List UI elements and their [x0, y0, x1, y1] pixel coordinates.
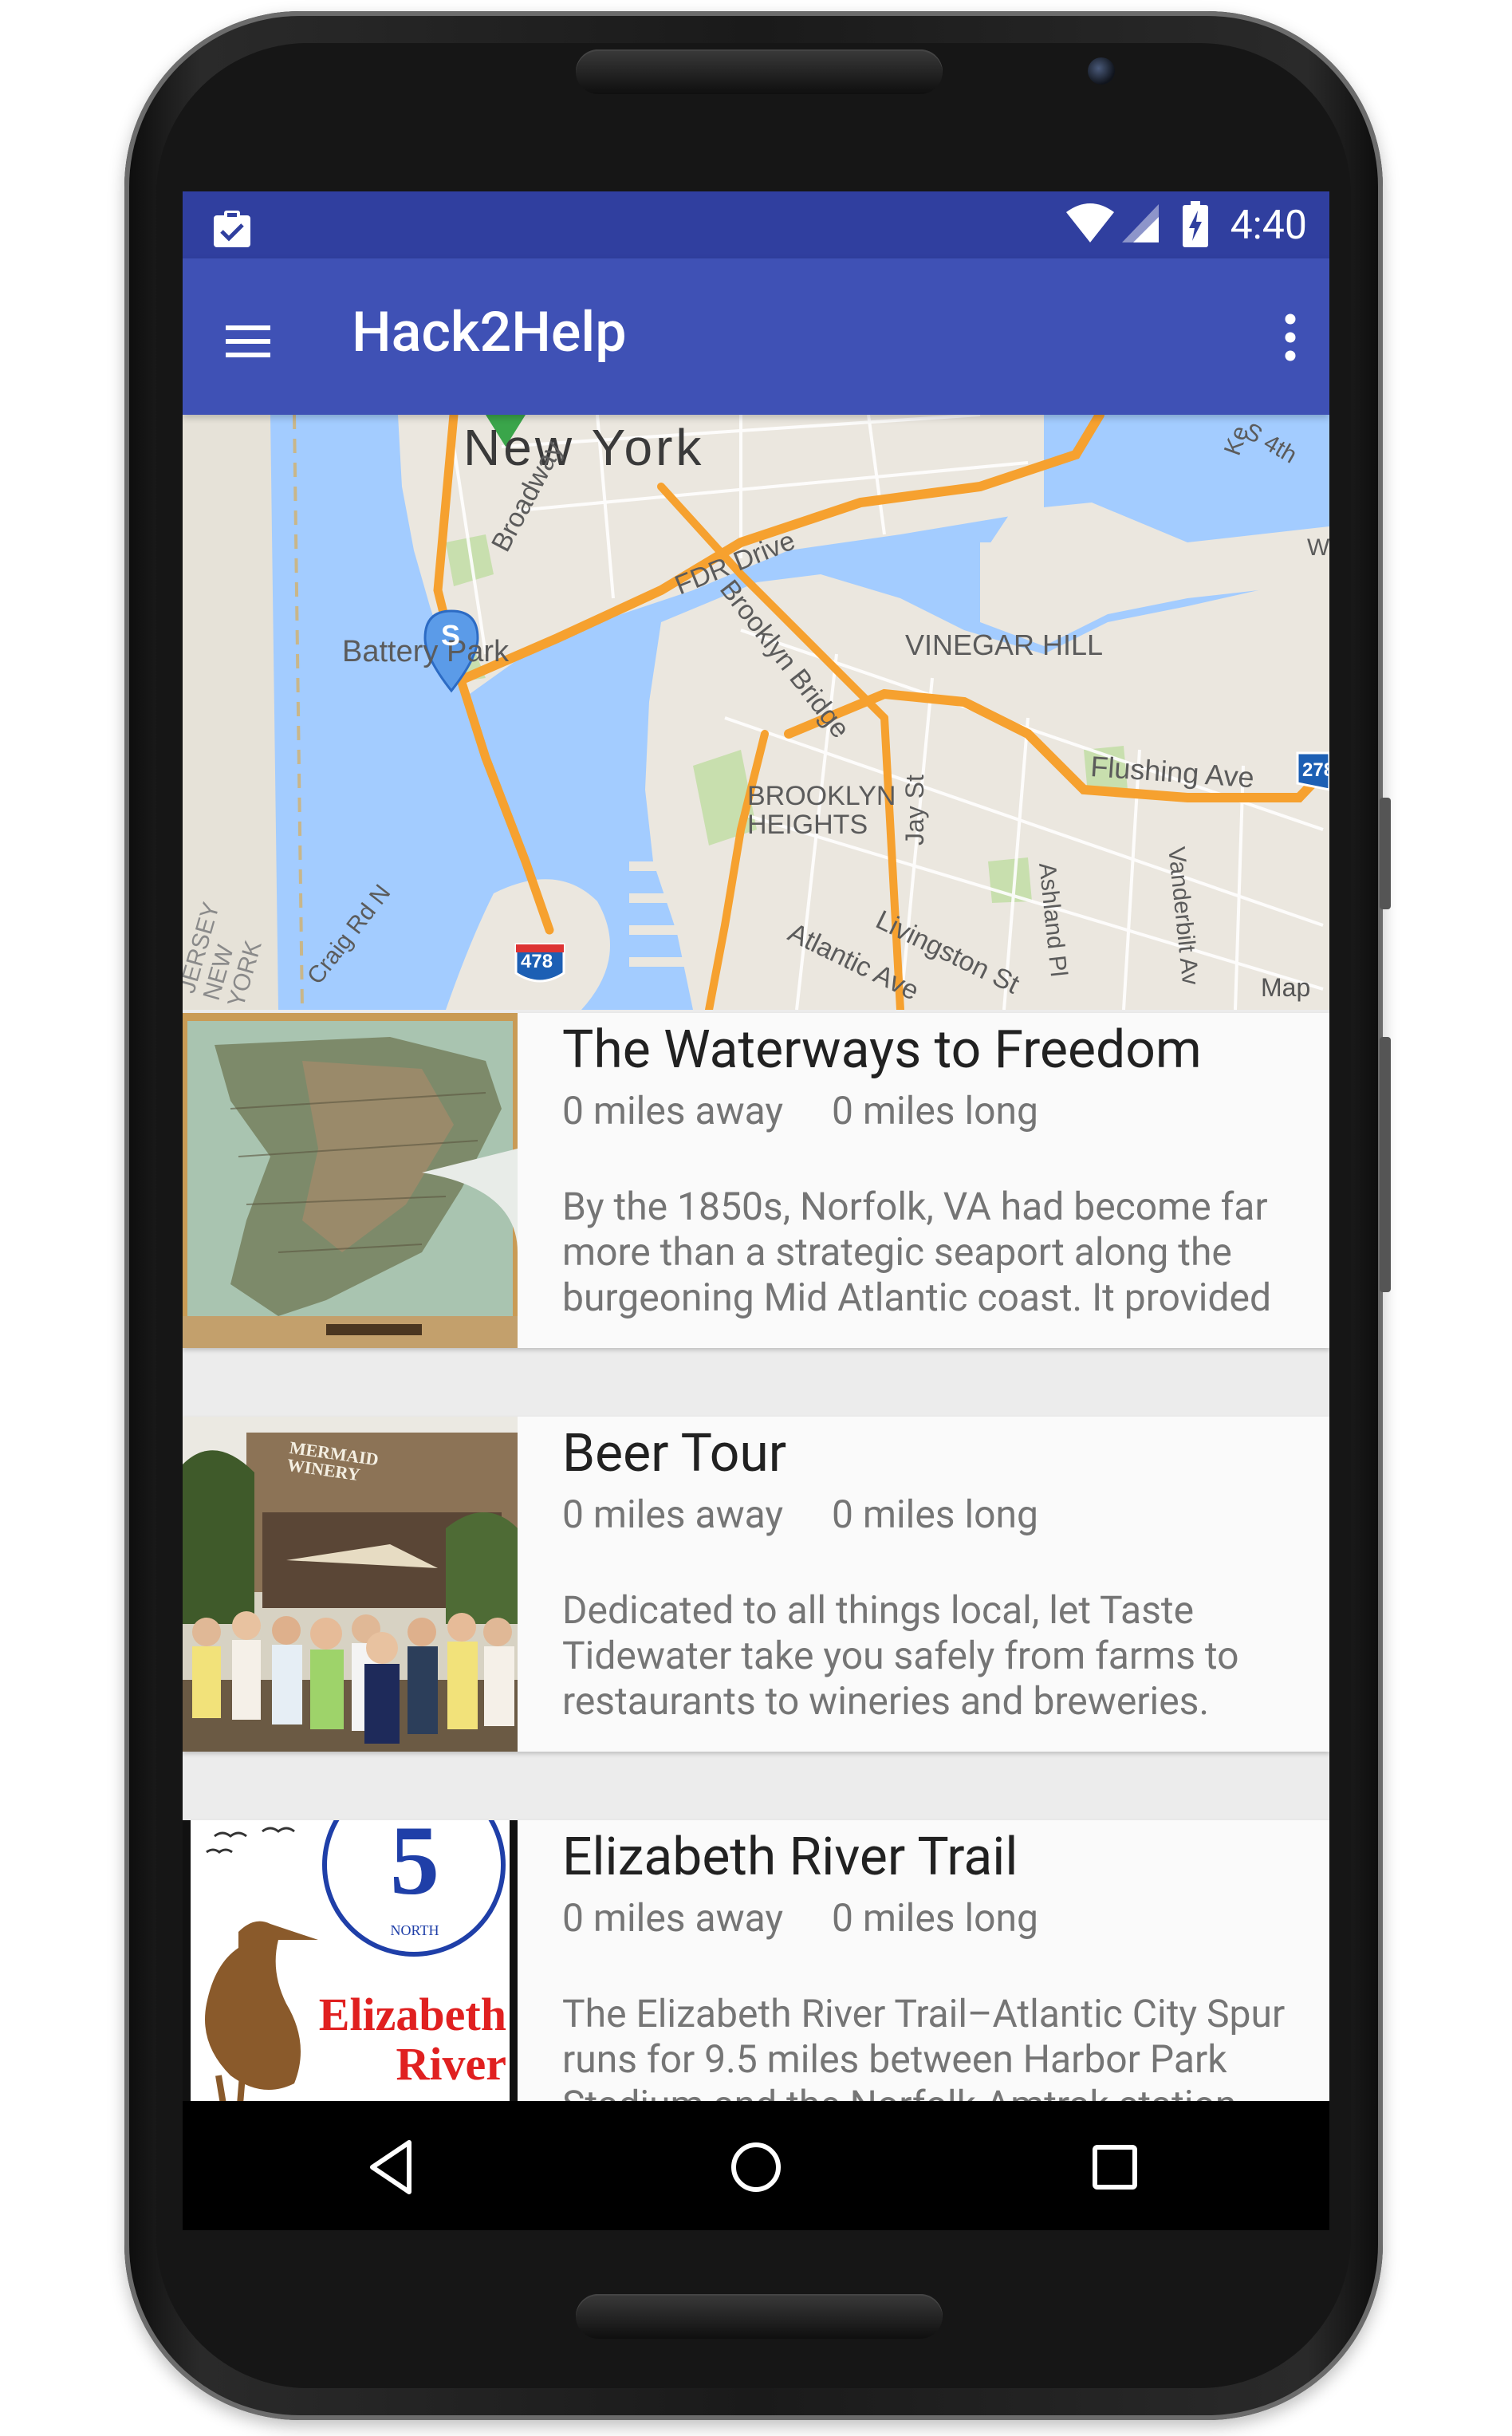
status-bar: 4:40 [183, 191, 1329, 258]
map-label-brooklyn-heights: BROOKLYN HEIGHTS [747, 781, 896, 840]
navigation-bar [183, 2101, 1329, 2230]
signal-icon [1122, 204, 1159, 242]
status-clock: 4:40 [1230, 203, 1307, 249]
trail-distance-away: 0 miles away [562, 1088, 784, 1133]
trail-card-2[interactable]: MERMAID WINERY Beer Tour 0 miles away 0 … [183, 1417, 1329, 1752]
trail-title: Elizabeth River Trail [562, 1827, 1018, 1888]
volume-button [1380, 798, 1391, 909]
recents-square-icon [1093, 2145, 1137, 2190]
home-circle-icon [731, 2142, 781, 2192]
map-label-new-york: New York [463, 419, 705, 476]
map-attribution: Map [1261, 973, 1311, 1002]
trail-image-2: MERMAID WINERY [183, 1417, 518, 1752]
wifi-icon [1066, 203, 1114, 242]
recents-button[interactable] [1079, 2131, 1151, 2203]
power-button [1380, 1037, 1391, 1292]
map-label-w: W [1307, 534, 1329, 561]
overflow-menu-button[interactable] [1262, 302, 1318, 373]
trail-distance-away: 0 miles away [562, 1492, 784, 1537]
app-toolbar: Hack2Help [183, 258, 1329, 415]
trail-length: 0 miles long [832, 1088, 1038, 1133]
logo-line-1: Elizabeth [318, 1989, 506, 2040]
map-marker-letter: S [441, 619, 461, 652]
front-camera [1088, 57, 1115, 85]
back-triangle-icon [370, 2140, 411, 2194]
trail-length: 0 miles long [832, 1492, 1038, 1537]
logo-line-2: River [396, 2038, 507, 2090]
map-label-vinegar-hill: VINEGAR HILL [905, 629, 1104, 661]
app-title: Hack2Help [352, 300, 627, 365]
top-speaker [576, 49, 943, 94]
screen: 4:40 Hack2Help New York Broadway FDR Dri… [183, 191, 1329, 2230]
trail-title: Beer Tour [562, 1423, 787, 1484]
map-label-jay-st: Jay St [900, 775, 929, 846]
historic-map-thumbnail [183, 1013, 518, 1348]
back-button[interactable] [358, 2131, 430, 2203]
logo-subtext: NORTH [390, 1922, 439, 1938]
trail-title: The Waterways to Freedom [562, 1019, 1202, 1081]
map-view[interactable]: New York Broadway FDR Drive Brooklyn Bri… [183, 415, 1329, 1010]
home-button[interactable] [720, 2131, 792, 2203]
more-vert-icon [1285, 313, 1296, 361]
trail-description: Dedicated to all things local, let Taste… [562, 1587, 1239, 1724]
clipboard-check-icon [214, 211, 250, 247]
map-label-278: 278 [1302, 759, 1329, 781]
menu-button[interactable] [216, 306, 280, 370]
trail-card-1[interactable]: The Waterways to Freedom 0 miles away 0 … [183, 1013, 1329, 1348]
trail-description: By the 1850s, Norfolk, VA had become far… [562, 1184, 1272, 1320]
bottom-speaker [576, 2294, 943, 2339]
trail-image-1 [183, 1013, 518, 1348]
map-label-battery-park: Battery Park [342, 635, 510, 668]
hamburger-menu-icon [226, 325, 270, 357]
map-label-478: 478 [521, 951, 553, 972]
logo-number: 5 [390, 1820, 439, 1915]
trail-distance-away: 0 miles away [562, 1895, 784, 1941]
trail-length: 0 miles long [832, 1895, 1038, 1941]
battery-charging-icon [1183, 201, 1208, 247]
